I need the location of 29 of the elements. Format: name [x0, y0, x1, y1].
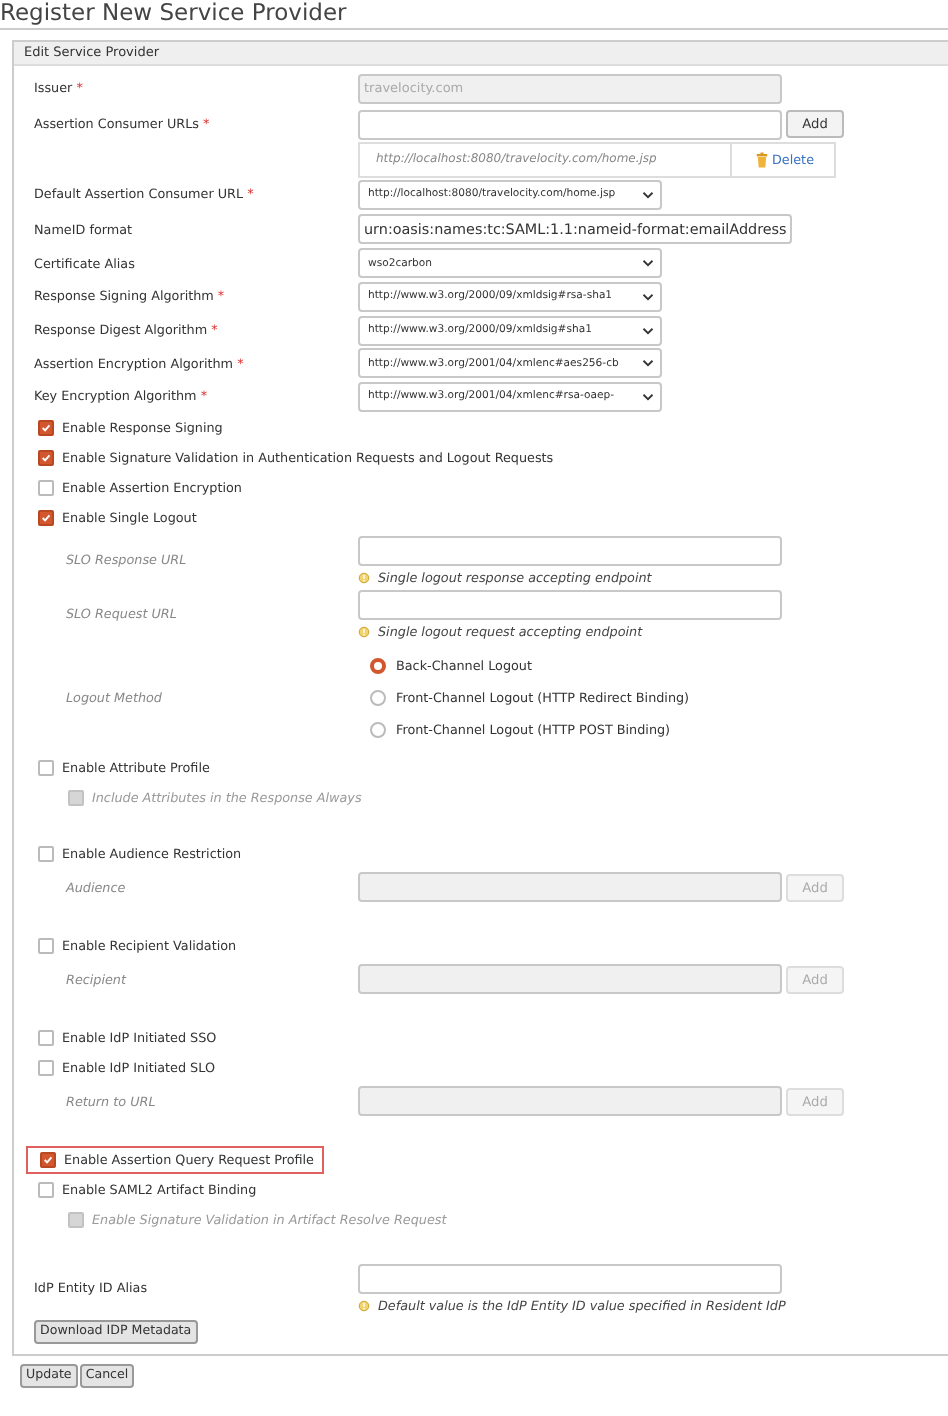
input-field[interactable] — [358, 1263, 782, 1294]
info-icon — [358, 625, 370, 638]
chevron-icon — [642, 391, 654, 402]
input-field[interactable] — [358, 535, 782, 566]
checkbox[interactable] — [38, 480, 54, 497]
chevron-icon — [642, 291, 654, 302]
checkbox[interactable] — [38, 938, 54, 955]
checkbox[interactable] — [40, 1152, 56, 1169]
checkbox[interactable] — [38, 420, 54, 437]
checkbox[interactable] — [38, 1030, 54, 1047]
checkbox[interactable] — [38, 760, 54, 777]
chevron-icon — [642, 189, 654, 200]
page-title: Register New Service Provider — [0, 0, 948, 30]
chevron-icon — [642, 258, 654, 269]
radio-button[interactable] — [370, 689, 386, 706]
trash-icon — [756, 152, 768, 168]
radio-button[interactable] — [370, 657, 386, 674]
checkbox[interactable] — [38, 1182, 54, 1199]
info-icon — [358, 571, 370, 584]
checkbox[interactable] — [38, 1060, 54, 1077]
input-field[interactable] — [358, 109, 782, 139]
chevron-icon — [642, 325, 654, 336]
radio-button[interactable] — [370, 721, 386, 738]
checkbox[interactable] — [38, 510, 54, 527]
info-icon — [358, 1299, 370, 1312]
chevron-icon — [642, 358, 654, 369]
input-field[interactable] — [358, 589, 782, 620]
checkbox[interactable] — [38, 450, 54, 467]
checkbox[interactable] — [38, 846, 54, 863]
